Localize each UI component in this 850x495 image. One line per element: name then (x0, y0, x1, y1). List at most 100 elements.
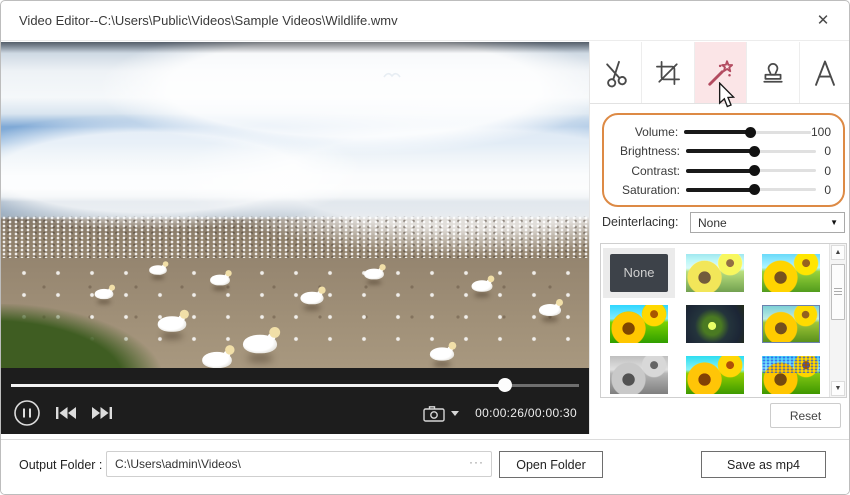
contrast-value: 0 (816, 164, 833, 178)
camera-icon (423, 405, 445, 422)
brightness-slider-thumb[interactable] (749, 146, 760, 157)
title-bar: Video Editor--C:\Users\Public\Videos\Sam… (1, 1, 849, 41)
snapshot-dropdown-icon[interactable] (451, 411, 459, 416)
seek-bar[interactable] (11, 378, 579, 392)
close-icon[interactable]: ✕ (813, 11, 833, 31)
tab-crop[interactable] (641, 42, 693, 103)
effect-item[interactable] (679, 350, 751, 400)
flying-bird (383, 70, 401, 79)
player-controls: 00:00:26/00:00:30 (1, 368, 589, 434)
video-frame (1, 42, 589, 368)
open-folder-button[interactable]: Open Folder (499, 451, 603, 478)
contrast-slider-thumb[interactable] (749, 165, 760, 176)
editing-panel: Volume: 100 Brightness: 0 Contrast: 0 Sa… (589, 42, 850, 434)
stamp-icon (759, 59, 787, 87)
magic-wand-icon (706, 58, 736, 88)
text-icon (810, 58, 840, 88)
saturation-slider-thumb[interactable] (749, 184, 760, 195)
tool-tabs (590, 42, 850, 104)
output-bar: Output Folder : ··· Open Folder Save as … (1, 439, 849, 494)
volume-value: 100 (811, 125, 833, 139)
effect-item[interactable] (679, 299, 751, 349)
effect-item[interactable] (755, 350, 827, 400)
deinterlacing-row: Deinterlacing: None ▼ (602, 212, 845, 233)
chevron-down-icon: ▼ (830, 218, 838, 227)
bird (243, 335, 277, 354)
effect-thumbnail (610, 305, 668, 343)
volume-slider-thumb[interactable] (745, 127, 756, 138)
video-preview: 00:00:26/00:00:30 (1, 42, 589, 434)
video-editor-window: Video Editor--C:\Users\Public\Videos\Sam… (0, 0, 850, 495)
effect-item[interactable] (679, 248, 751, 298)
scroll-down-button[interactable]: ▼ (831, 381, 845, 396)
bird (202, 352, 232, 368)
brightness-value: 0 (816, 144, 833, 158)
contrast-slider-row: Contrast: 0 (606, 162, 833, 180)
bird (539, 304, 561, 316)
tab-text[interactable] (799, 42, 850, 103)
scrollbar-grip (834, 288, 842, 296)
volume-slider-row: Volume: 100 (606, 123, 833, 141)
saturation-slider-row: Saturation: 0 (606, 181, 833, 199)
browse-button[interactable]: ··· (469, 455, 484, 469)
scroll-up-button[interactable]: ▲ (831, 245, 845, 260)
scrollbar-thumb[interactable] (831, 264, 845, 320)
tab-trim[interactable] (590, 42, 641, 103)
effect-none-chip: None (610, 254, 668, 292)
time-display: 00:00:26/00:00:30 (475, 406, 577, 420)
effect-item[interactable] (603, 350, 675, 400)
effect-item-none[interactable]: None (603, 248, 675, 298)
saturation-slider[interactable] (686, 188, 816, 191)
seek-progress (11, 384, 505, 387)
contrast-label: Contrast: (606, 164, 686, 178)
bird (158, 316, 187, 332)
contrast-slider[interactable] (686, 169, 816, 172)
effect-item[interactable] (603, 299, 675, 349)
bird (149, 265, 167, 275)
effects-scrollbar: ▲ ▼ (829, 244, 846, 397)
effect-item[interactable] (755, 299, 827, 349)
effects-list: None (601, 244, 829, 397)
effects-gallery: None ▲ ▼ (600, 243, 847, 398)
effect-thumbnail (762, 356, 820, 394)
effect-thumbnail (610, 356, 668, 394)
tab-watermark[interactable] (746, 42, 798, 103)
bird (210, 275, 230, 286)
previous-button[interactable] (55, 406, 77, 420)
pause-icon (13, 399, 41, 427)
saturation-label: Saturation: (606, 183, 686, 197)
effect-thumbnail (762, 254, 820, 292)
reset-button[interactable]: Reset (770, 403, 841, 428)
output-folder-label: Output Folder : (19, 458, 102, 472)
skip-back-icon (55, 406, 77, 420)
deinterlacing-dropdown[interactable]: None ▼ (690, 212, 845, 233)
deinterlacing-value: None (698, 216, 830, 230)
effect-item[interactable] (755, 248, 827, 298)
effect-thumbnail (686, 356, 744, 394)
brightness-slider[interactable] (686, 150, 816, 153)
bird-colony (1, 216, 589, 258)
next-button[interactable] (91, 406, 113, 420)
output-path-wrap: ··· (106, 451, 492, 477)
bird (95, 289, 114, 299)
skip-forward-icon (91, 406, 113, 420)
effect-thumbnail (686, 305, 744, 343)
bird (300, 292, 323, 305)
seek-thumb[interactable] (498, 378, 512, 392)
effect-thumbnail (762, 305, 820, 343)
bird (430, 347, 454, 360)
brightness-label: Brightness: (606, 144, 686, 158)
crop-icon (654, 59, 682, 87)
adjustments-panel: Volume: 100 Brightness: 0 Contrast: 0 Sa… (602, 113, 845, 207)
save-as-mp4-button[interactable]: Save as mp4 (701, 451, 826, 478)
output-path-input[interactable] (106, 451, 492, 477)
tab-effects[interactable] (694, 42, 746, 103)
pause-button[interactable] (13, 399, 41, 427)
effect-thumbnail (686, 254, 744, 292)
saturation-value: 0 (816, 183, 833, 197)
volume-label: Volume: (606, 125, 684, 139)
brightness-slider-row: Brightness: 0 (606, 142, 833, 160)
volume-slider[interactable] (684, 131, 811, 134)
snapshot-button[interactable] (423, 405, 445, 422)
window-title: Video Editor--C:\Users\Public\Videos\Sam… (19, 13, 398, 28)
